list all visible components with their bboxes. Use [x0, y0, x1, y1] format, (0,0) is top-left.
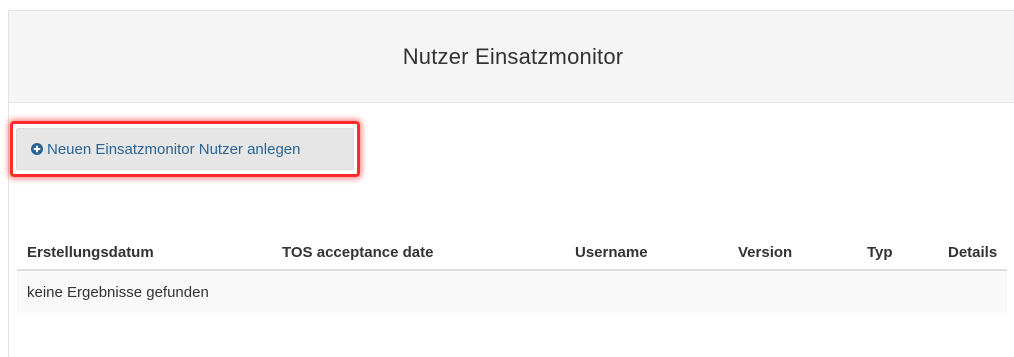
add-monitor-user-label: Neuen Einsatzmonitor Nutzer anlegen	[47, 140, 301, 158]
column-header-type[interactable]: Typ	[857, 236, 938, 271]
column-header-username[interactable]: Username	[565, 236, 728, 271]
users-table-container: Erstellungsdatum TOS acceptance date Use…	[17, 236, 1007, 313]
column-header-tos-date[interactable]: TOS acceptance date	[272, 236, 565, 271]
empty-results-message: keine Ergebnisse gefunden	[17, 270, 1007, 313]
column-header-version[interactable]: Version	[728, 236, 857, 271]
column-header-details[interactable]: Details	[938, 236, 1007, 271]
users-table: Erstellungsdatum TOS acceptance date Use…	[17, 236, 1007, 313]
page-title: Nutzer Einsatzmonitor	[402, 43, 624, 69]
table-header-row: Erstellungsdatum TOS acceptance date Use…	[17, 236, 1007, 271]
plus-circle-icon	[31, 143, 43, 155]
add-monitor-user-button[interactable]: Neuen Einsatzmonitor Nutzer anlegen	[16, 128, 354, 170]
column-header-created[interactable]: Erstellungsdatum	[17, 236, 272, 271]
table-row: keine Ergebnisse gefunden	[17, 270, 1007, 313]
panel-header: Nutzer Einsatzmonitor	[9, 11, 1014, 103]
